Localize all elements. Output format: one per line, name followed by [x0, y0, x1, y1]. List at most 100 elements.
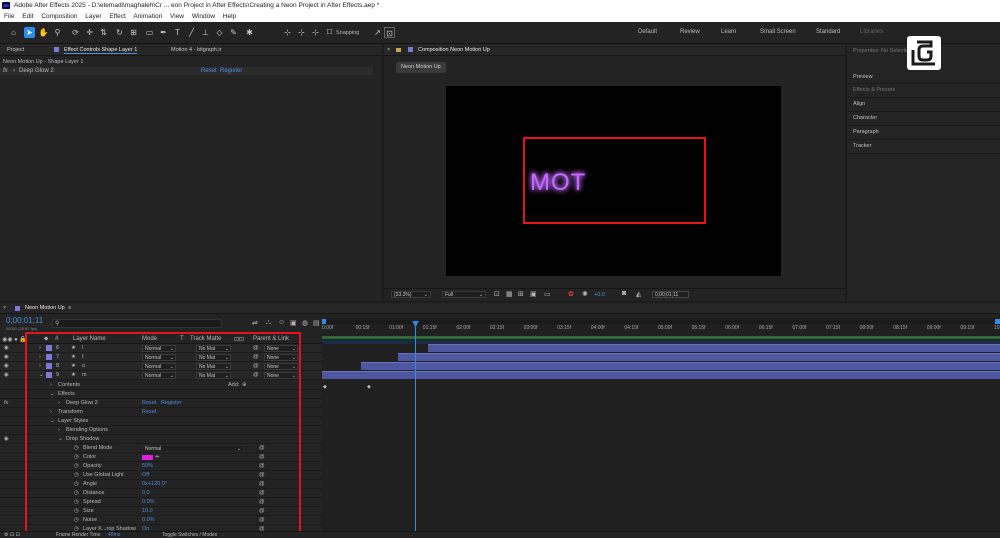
- toggle-switches-modes[interactable]: Toggle Switches / Modes: [162, 532, 217, 538]
- type-tool-icon[interactable]: T: [172, 27, 183, 38]
- workspace-standard[interactable]: Standard: [816, 29, 840, 35]
- visibility-eye-icon[interactable]: ◉: [4, 363, 9, 369]
- exposure-value[interactable]: +0.0: [594, 292, 605, 298]
- workspace-libraries[interactable]: Libraries: [860, 29, 883, 35]
- layer-bar-7[interactable]: [398, 353, 1000, 361]
- comp-mini-flowchart-icon[interactable]: ⇌: [252, 319, 258, 327]
- render-time-label: Frame Render Time: [56, 532, 101, 538]
- character-panel[interactable]: Character: [853, 115, 877, 121]
- roto-brush-tool-icon[interactable]: ✎: [228, 27, 239, 38]
- workspace-small-screen[interactable]: Small Screen: [760, 29, 796, 35]
- selection-tool-icon[interactable]: ➤: [24, 27, 35, 38]
- puppet-tool-icon[interactable]: ✱: [244, 27, 255, 38]
- tab-project[interactable]: Project: [7, 47, 24, 53]
- resolution-dropdown[interactable]: Full ⌄: [442, 291, 486, 298]
- motion-blur-icon[interactable]: ◍: [302, 319, 308, 327]
- menu-animation[interactable]: Animation: [133, 13, 162, 20]
- pan-tool-icon[interactable]: ✛: [84, 27, 95, 38]
- ruler-tick-label: 01:00f: [389, 325, 404, 331]
- timeline-close-icon[interactable]: ×: [3, 305, 6, 311]
- toggle-mask-icon[interactable]: ▭: [544, 290, 551, 298]
- shy-layers-icon[interactable]: ☺: [278, 319, 285, 326]
- timeline-tab[interactable]: Neon Motion Up: [25, 305, 65, 311]
- eraser-tool-icon[interactable]: ◇: [214, 27, 225, 38]
- comp-breadcrumb-tab[interactable]: Neon Motion Up: [396, 62, 446, 73]
- menu-window[interactable]: Window: [192, 13, 215, 20]
- dolly-tool-icon[interactable]: ⇅: [98, 27, 109, 38]
- time-graph[interactable]: 0:00f 00:15f 01:00f 01:15f 02:00f 02:15f 03:00…: [322, 317, 1000, 537]
- rotate-tool-icon[interactable]: ↻: [114, 27, 125, 38]
- snap-options-icon[interactable]: ↗: [372, 27, 383, 38]
- effect-reset-link[interactable]: Reset: [201, 68, 217, 74]
- shape-tool-icon[interactable]: ▭: [144, 27, 155, 38]
- region-of-interest-icon[interactable]: ⊡: [494, 290, 500, 298]
- menu-effect[interactable]: Effect: [109, 13, 126, 20]
- keyframe-1[interactable]: ◆: [323, 384, 327, 390]
- pan-behind-tool-icon[interactable]: ⊞: [128, 27, 139, 38]
- align-panel[interactable]: Align: [853, 101, 865, 107]
- channel-icon[interactable]: ✿: [568, 290, 574, 298]
- layer-bar-8[interactable]: [361, 362, 1000, 370]
- menu-composition[interactable]: Composition: [41, 13, 77, 20]
- tab-motion-4[interactable]: Motion 4 - bitgraph.ir: [171, 47, 221, 53]
- visibility-eye-icon[interactable]: ◉: [4, 372, 9, 378]
- work-area-end-handle[interactable]: [995, 319, 1000, 324]
- snap-grid-icon[interactable]: ⊡: [384, 27, 395, 38]
- properties-panel-title[interactable]: Properties: No Selection: [853, 48, 912, 54]
- preview-panel[interactable]: Preview: [853, 74, 873, 80]
- time-ruler[interactable]: 0:00f 00:15f 01:00f 01:15f 02:00f 02:15f 03:00…: [322, 325, 1000, 334]
- mask-visibility-icon[interactable]: ⊞: [518, 290, 524, 298]
- axis-local-icon[interactable]: ⊹: [282, 27, 293, 38]
- ruler-tick-label: 07:00f: [792, 325, 807, 331]
- menu-edit[interactable]: Edit: [22, 13, 33, 20]
- orbit-tool-icon[interactable]: ⟳: [70, 27, 81, 38]
- zoom-tool-icon[interactable]: ⚲: [52, 27, 63, 38]
- magnification-dropdown[interactable]: (33.3%) ⌄: [391, 291, 431, 298]
- tab-composition[interactable]: Composition Neon Motion Up: [418, 47, 490, 53]
- transparency-grid-icon[interactable]: ▦: [506, 290, 513, 298]
- menu-layer[interactable]: Layer: [85, 13, 101, 20]
- axis-world-icon[interactable]: ⊹: [296, 27, 307, 38]
- close-icon[interactable]: ×: [387, 47, 390, 53]
- guides-icon[interactable]: ▣: [530, 290, 537, 298]
- menu-file[interactable]: File: [4, 13, 14, 20]
- chevron-right-icon[interactable]: ›: [13, 68, 15, 74]
- timeline-timecode[interactable]: 0;00;01;11: [6, 316, 43, 325]
- effect-row[interactable]: fx › Deep Glow 2 Reset Register: [0, 67, 373, 75]
- workspace-default[interactable]: Default: [638, 29, 657, 35]
- color-management-icon[interactable]: ✺: [582, 290, 588, 298]
- playhead-line[interactable]: [415, 321, 416, 535]
- effect-register-link[interactable]: Register: [220, 68, 242, 74]
- brush-tool-icon[interactable]: ╱: [186, 27, 197, 38]
- graph-editor-icon[interactable]: ▤: [313, 319, 320, 327]
- ruler-tick-label: 04:00f: [590, 325, 605, 331]
- pen-tool-icon[interactable]: ✒: [158, 27, 169, 38]
- paragraph-panel[interactable]: Paragraph: [853, 129, 879, 135]
- menu-help[interactable]: Help: [223, 13, 236, 20]
- workspace-learn[interactable]: Learn: [721, 29, 736, 35]
- hand-tool-icon[interactable]: ✋: [38, 27, 49, 38]
- snapping-checkbox[interactable]: ☐: [324, 27, 335, 38]
- snapshot-icon[interactable]: ◙: [622, 290, 626, 297]
- tracker-panel[interactable]: Tracker: [853, 143, 871, 149]
- work-area-start-handle[interactable]: [322, 319, 326, 324]
- fx-icon[interactable]: fx: [3, 68, 8, 74]
- clone-stamp-tool-icon[interactable]: ⊥: [200, 27, 211, 38]
- workspace-review[interactable]: Review: [680, 29, 700, 35]
- frame-blending-icon[interactable]: ▣: [290, 319, 297, 327]
- visibility-eye-icon[interactable]: ◉: [4, 345, 9, 351]
- layer-bar-6[interactable]: [428, 344, 1000, 352]
- menu-view[interactable]: View: [170, 13, 184, 20]
- effects-presets-panel[interactable]: Effects & Presets: [853, 87, 895, 93]
- layer-bar-9[interactable]: [322, 371, 1000, 379]
- timeline-search-input[interactable]: ⚲: [52, 319, 222, 328]
- current-time-display[interactable]: 0;00;01;11: [652, 291, 689, 298]
- timeline-menu-icon[interactable]: ≡: [68, 305, 71, 311]
- axis-view-icon[interactable]: ⊹: [310, 27, 321, 38]
- keyframe-2[interactable]: ◆: [367, 384, 371, 390]
- draft-3d-icon[interactable]: ⛬: [266, 319, 271, 327]
- tab-effect-controls[interactable]: Effect Controls Shape Layer 1: [64, 47, 138, 54]
- visibility-eye-icon[interactable]: ◉: [4, 354, 9, 360]
- home-icon[interactable]: ⌂: [8, 27, 19, 38]
- show-snapshot-icon[interactable]: ◭: [636, 290, 641, 298]
